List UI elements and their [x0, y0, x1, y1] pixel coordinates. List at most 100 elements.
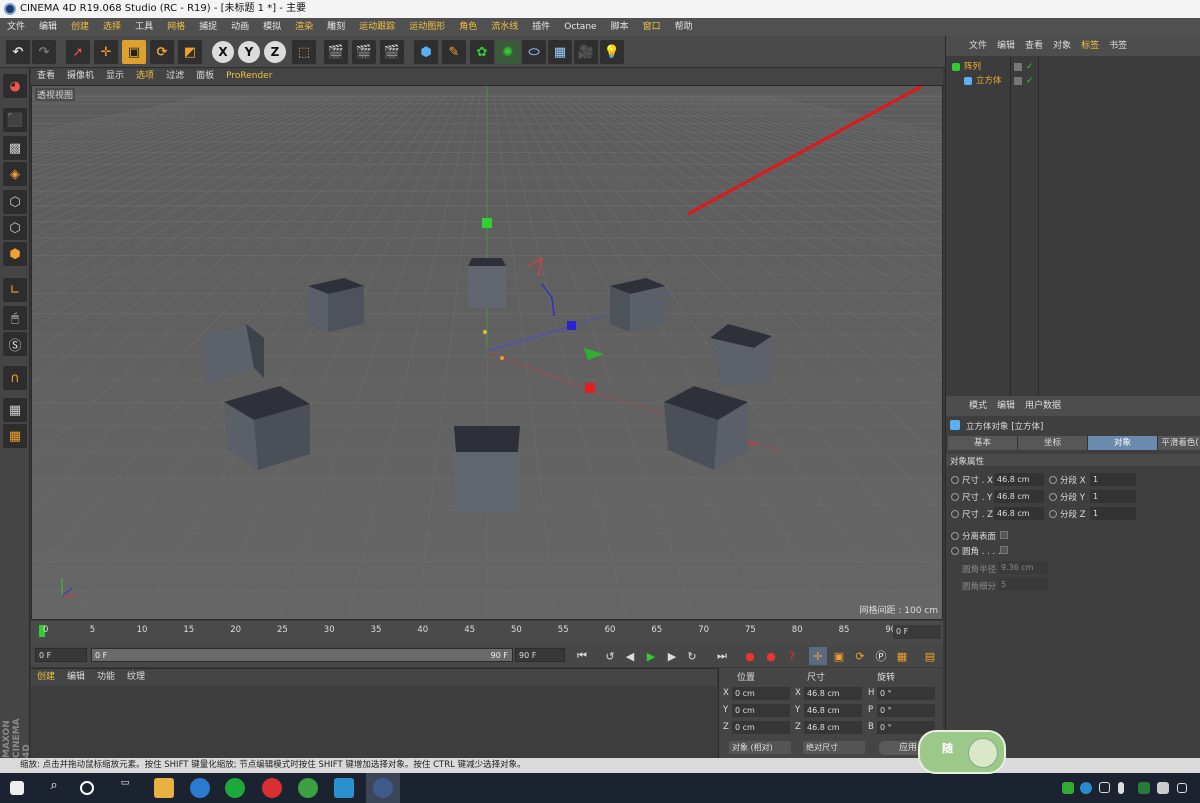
end-frame-field[interactable]: 90 F — [515, 648, 565, 662]
size-coord-field[interactable]: 46.8 cm — [804, 721, 862, 734]
start-frame-field[interactable]: 0 F — [35, 648, 87, 662]
cube-icon[interactable]: ⬢ — [414, 40, 438, 64]
object-menu-item[interactable]: 对象 — [1048, 36, 1076, 56]
record-keys-icon[interactable]: ● — [741, 647, 759, 665]
light-icon[interactable]: 💡 — [600, 40, 624, 64]
menu-item[interactable]: 窗口 — [636, 18, 668, 36]
model-mode-icon[interactable]: ⬛ — [3, 108, 27, 132]
menu-item[interactable]: 帮助 — [668, 18, 700, 36]
cortana-icon[interactable] — [80, 781, 94, 795]
separate-surfaces-checkbox[interactable] — [1000, 531, 1008, 539]
menu-item[interactable]: 捕捉 — [192, 18, 224, 36]
floating-widget[interactable]: 随 — [918, 730, 1006, 774]
z-axis-lock-button[interactable]: Z — [264, 41, 286, 63]
fillet-radio[interactable] — [951, 547, 959, 555]
auto-key-icon[interactable]: ● — [762, 647, 780, 665]
fillet-radius-field[interactable]: 9.36 cm — [998, 561, 1048, 574]
planar-workplane-icon[interactable]: ▦ — [3, 424, 27, 448]
perspective-viewport[interactable]: 透视视图 网格间距 : 100 cm — [31, 85, 943, 620]
go-to-end-icon[interactable]: ⏭ — [713, 647, 731, 665]
file-explorer-icon[interactable] — [154, 778, 174, 798]
enabled-check-icon[interactable]: ✓ — [1026, 60, 1034, 74]
menu-item[interactable]: 网格 — [160, 18, 192, 36]
separate-surfaces-radio[interactable] — [951, 532, 959, 540]
prev-key-icon[interactable]: ↺ — [601, 647, 619, 665]
workplane-icon[interactable]: ◈ — [3, 162, 27, 186]
viewport-menu-item[interactable]: 查看 — [31, 68, 61, 85]
polygons-mode-icon[interactable]: ⬢ — [3, 242, 27, 266]
cube-back-left[interactable] — [308, 278, 364, 332]
pen-spline-icon[interactable]: ✎ — [442, 40, 466, 64]
size-coord-field[interactable]: 46.8 cm — [804, 687, 862, 700]
green-app-icon[interactable] — [298, 778, 318, 798]
rotation-field[interactable]: 0 ° — [877, 687, 935, 700]
menu-item[interactable]: 角色 — [452, 18, 484, 36]
redo-icon[interactable]: ↷ — [32, 40, 56, 64]
cube-back-center[interactable] — [468, 258, 506, 308]
size-field[interactable]: 46.8 cm — [994, 490, 1044, 503]
texture-mode-icon[interactable]: ▩ — [3, 136, 27, 160]
tray-notification-icon[interactable] — [1177, 783, 1187, 793]
enabled-check-icon[interactable]: ✓ — [1026, 74, 1034, 88]
attribute-tab[interactable]: 平滑着色( — [1158, 436, 1200, 450]
fillet-checkbox[interactable] — [1000, 546, 1008, 554]
key-parameter-icon[interactable]: Ⓟ — [872, 647, 890, 665]
scale-icon[interactable]: ▣ — [122, 40, 146, 64]
material-menu-item[interactable]: 纹理 — [121, 669, 151, 686]
next-frame-icon[interactable]: ▶ — [663, 647, 681, 665]
render-picture-viewer-icon[interactable]: 🎬 — [352, 40, 376, 64]
menu-item[interactable]: Octane — [557, 18, 603, 36]
size-field[interactable]: 46.8 cm — [994, 473, 1044, 486]
material-menu-item[interactable]: 功能 — [91, 669, 121, 686]
subdivision-icon[interactable]: ✿ — [470, 40, 494, 64]
position-field[interactable]: 0 cm — [732, 704, 790, 717]
timeline-window-icon[interactable]: ▤ — [921, 647, 939, 665]
play-icon[interactable]: ▶ — [642, 647, 660, 665]
tweak-mode-icon[interactable]: 🖱 — [3, 306, 27, 330]
segment-radio[interactable] — [1049, 476, 1057, 484]
z-axis-handle[interactable] — [567, 321, 576, 330]
keyframe-selection-icon[interactable]: ? — [783, 647, 801, 665]
menu-item[interactable]: 模拟 — [256, 18, 288, 36]
menu-item[interactable]: 创建 — [64, 18, 96, 36]
size-coord-field[interactable]: 46.8 cm — [804, 704, 862, 717]
menu-item[interactable]: 工具 — [128, 18, 160, 36]
menu-item[interactable]: 插件 — [525, 18, 557, 36]
magnet-icon[interactable]: ∩ — [3, 366, 27, 390]
cinema4d-taskbar-icon[interactable] — [373, 778, 393, 798]
rotate-icon[interactable]: ⟳ — [150, 40, 174, 64]
live-select-icon[interactable]: ➚ — [66, 40, 90, 64]
task-view-icon[interactable]: ▭ — [115, 778, 135, 798]
size-radio[interactable] — [951, 476, 959, 484]
object-row[interactable]: 立方体 ✓ — [948, 74, 1198, 88]
viewport-menu-item[interactable]: 过滤 — [160, 68, 190, 85]
attribute-tab[interactable]: 基本 — [948, 436, 1018, 450]
menu-item[interactable]: 文件 — [0, 18, 32, 36]
key-position-icon[interactable]: ✛ — [809, 647, 827, 665]
current-frame-field[interactable]: 0 F — [893, 625, 941, 639]
move-icon[interactable]: ✛ — [94, 40, 118, 64]
go-to-start-icon[interactable]: ⏮ — [573, 647, 591, 665]
position-field[interactable]: 0 cm — [732, 721, 790, 734]
y-axis-lock-button[interactable]: Y — [238, 41, 260, 63]
object-menu-item[interactable]: 编辑 — [992, 36, 1020, 56]
x-axis-handle[interactable] — [585, 383, 595, 393]
attribute-menu-item[interactable]: 编辑 — [992, 396, 1020, 416]
object-menu-item[interactable]: 文件 — [964, 36, 992, 56]
segment-field[interactable]: 1 — [1090, 490, 1136, 503]
cube-back-right[interactable] — [610, 278, 666, 332]
segment-radio[interactable] — [1049, 510, 1057, 518]
deformer-icon[interactable]: ⬭ — [522, 40, 546, 64]
position-field[interactable]: 0 cm — [732, 687, 790, 700]
viewport-menu-item[interactable]: 选项 — [130, 68, 160, 85]
size-radio[interactable] — [951, 510, 959, 518]
floor-icon[interactable]: ▦ — [548, 40, 572, 64]
undo-icon[interactable]: ↶ — [6, 40, 30, 64]
prev-frame-icon[interactable]: ◀ — [621, 647, 639, 665]
points-mode-icon[interactable]: ⬡ — [3, 190, 27, 214]
tray-blue-icon[interactable] — [1080, 782, 1092, 794]
viewport-menu-item[interactable]: 显示 — [100, 68, 130, 85]
search-icon[interactable]: ⌕ — [44, 778, 64, 798]
cube-front-center[interactable] — [454, 426, 520, 512]
attribute-menu-item[interactable]: 用户数据 — [1020, 396, 1066, 416]
